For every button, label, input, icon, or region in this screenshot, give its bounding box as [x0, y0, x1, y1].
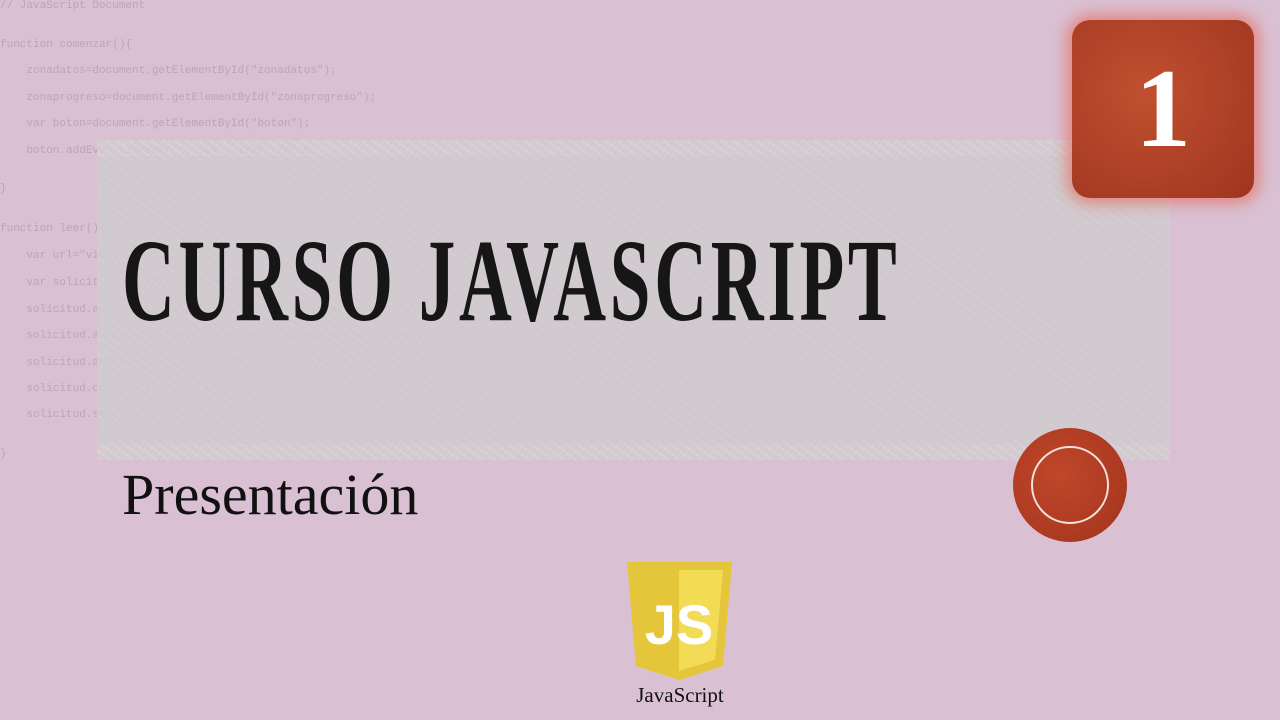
circle-ring — [1031, 446, 1109, 524]
js-logo-text: JS — [645, 593, 714, 656]
code-line: } — [0, 183, 7, 195]
slide-title: CURSO JAVASCRIPT — [122, 215, 901, 346]
slide-number: 1 — [1135, 47, 1191, 171]
background-code: // JavaScript Document function comenzar… — [0, 0, 442, 460]
code-line: zonadatos=document.getElementById("zonad… — [0, 65, 337, 77]
slide-subtitle: Presentación — [122, 462, 419, 527]
code-line: function leer(){ — [0, 223, 106, 235]
decorative-circle — [1013, 428, 1127, 542]
code-line: zonaprogreso=document.getElementById("zo… — [0, 92, 377, 104]
javascript-logo-icon: JS — [627, 562, 732, 680]
slide-number-badge: 1 — [1072, 20, 1254, 198]
code-line: function comenzar(){ — [0, 39, 133, 51]
javascript-logo-label: JavaScript — [636, 683, 724, 707]
code-line: var boton=document.getElementById("boton… — [0, 118, 311, 130]
code-line: // JavaScript Document — [0, 0, 146, 12]
code-line: } — [0, 448, 7, 460]
